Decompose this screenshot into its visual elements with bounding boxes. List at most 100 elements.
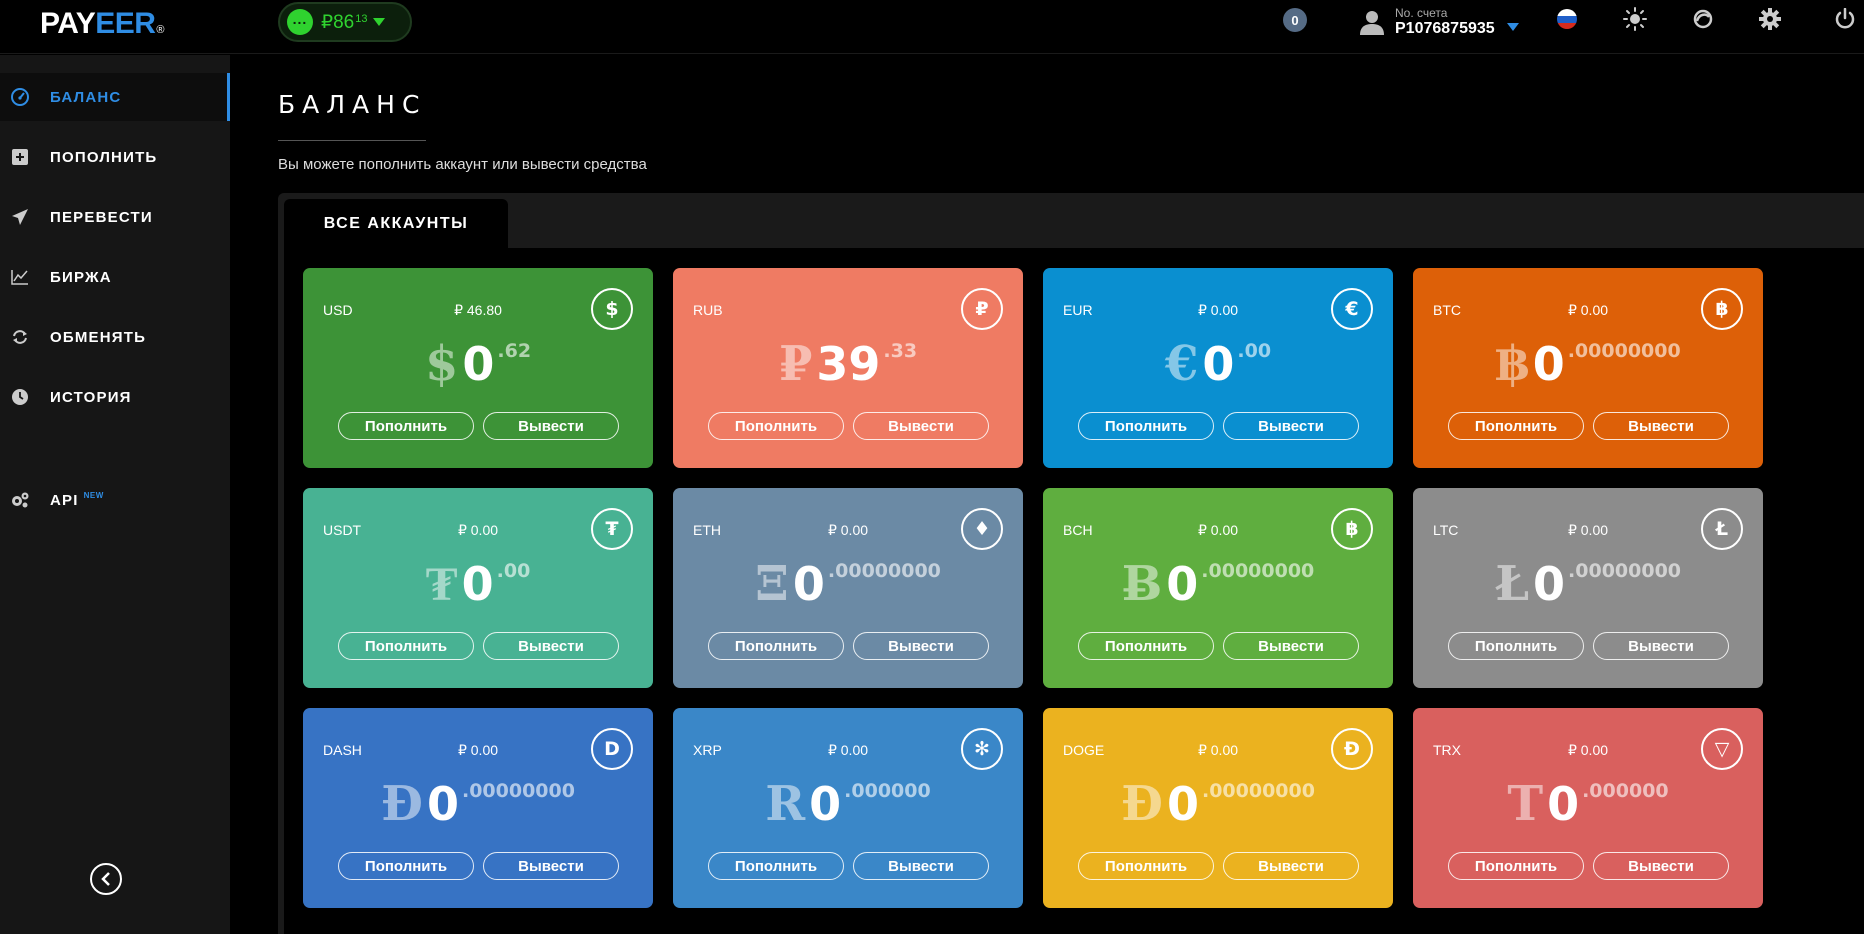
withdraw-button[interactable]: Вывести xyxy=(483,632,619,660)
account-dropdown[interactable]: No. счета P1076875935 xyxy=(1359,4,1519,40)
ripple-icon[interactable]: ✻ xyxy=(961,728,1003,770)
balance-integer: 0 xyxy=(1533,557,1566,611)
exchange-icon xyxy=(10,327,30,347)
ethereum-icon[interactable]: ♦ xyxy=(961,508,1003,550)
currency-glyph: ₽ xyxy=(975,298,989,320)
currency-symbol: Đ xyxy=(1121,776,1163,832)
balance-integer: 0 xyxy=(1547,777,1580,831)
currency-glyph: D xyxy=(604,738,620,760)
euro-icon[interactable]: € xyxy=(1331,288,1373,330)
payeer-logo[interactable]: PAY EER ® xyxy=(40,7,165,45)
sidebar-item-label: БАЛАНС xyxy=(50,88,122,106)
withdraw-button[interactable]: Вывести xyxy=(1223,852,1359,880)
bitcoin-cash-icon[interactable]: ฿ xyxy=(1331,508,1373,550)
deposit-button[interactable]: Пополнить xyxy=(708,852,844,880)
tab-all-accounts[interactable]: ВСЕ АККАУНТЫ xyxy=(284,199,508,249)
balance-integer: 0 xyxy=(461,557,494,611)
deposit-button[interactable]: Пополнить xyxy=(338,412,474,440)
withdraw-button[interactable]: Вывести xyxy=(483,412,619,440)
balance-integer: 0 xyxy=(809,777,842,831)
currency-glyph: Ł xyxy=(1715,518,1729,540)
currency-card-rub: RUB ₽ ₽39.33 Пополнить Вывести xyxy=(673,268,1023,468)
currency-glyph: ♦ xyxy=(973,518,991,540)
deposit-button[interactable]: Пополнить xyxy=(708,632,844,660)
sidebar-item-deposit[interactable]: ПОПОЛНИТЬ xyxy=(0,133,230,181)
sidebar-item-exchange-market[interactable]: БИРЖА xyxy=(0,253,230,301)
sidebar-item-label: ПОПОЛНИТЬ xyxy=(50,148,158,166)
currency-card-usd: USD ₽ 46.80 $ $0.62 Пополнить Вывести xyxy=(303,268,653,468)
litecoin-icon[interactable]: Ł xyxy=(1701,508,1743,550)
ruble-icon[interactable]: ₽ xyxy=(961,288,1003,330)
currency-symbol: Ξ xyxy=(755,556,789,612)
currency-glyph: ✻ xyxy=(974,738,990,760)
currency-symbol: ₮ xyxy=(425,556,458,612)
user-icon xyxy=(1360,11,1384,35)
currency-balance: Đ 0.00000000 xyxy=(1043,776,1393,832)
power-logout-icon[interactable] xyxy=(1832,6,1858,32)
balance-fraction: .33 xyxy=(883,340,918,362)
deposit-button[interactable]: Пополнить xyxy=(1078,632,1214,660)
sidebar-item-api[interactable]: API NEW xyxy=(0,476,230,524)
currency-symbol: € xyxy=(1164,336,1199,392)
support-chat-icon[interactable] xyxy=(1690,6,1716,32)
withdraw-button[interactable]: Вывести xyxy=(1593,412,1729,440)
currency-symbol: T xyxy=(1507,776,1544,832)
currency-symbol: ฿ xyxy=(1495,336,1529,392)
withdraw-button[interactable]: Вывести xyxy=(483,852,619,880)
withdraw-button[interactable]: Вывести xyxy=(1593,852,1729,880)
balance-fraction: .00 xyxy=(1237,340,1272,362)
bitcoin-icon[interactable]: ฿ xyxy=(1701,288,1743,330)
currency-code: USDT xyxy=(323,522,362,538)
total-balance-dropdown[interactable]: ... ₽86 13 xyxy=(278,2,412,42)
currency-symbol: Đ xyxy=(381,776,423,832)
collapse-sidebar-button[interactable] xyxy=(90,863,122,895)
sun-theme-icon[interactable] xyxy=(1622,6,1648,32)
logo-registered-mark: ® xyxy=(156,24,165,36)
sidebar-item-balance[interactable]: БАЛАНС xyxy=(0,73,230,121)
currency-balance: T 0.000000 xyxy=(1413,776,1763,832)
currency-glyph: Đ xyxy=(1344,738,1360,760)
total-balance-amount: ₽86 13 xyxy=(321,11,367,34)
tron-icon[interactable]: ▽ xyxy=(1701,728,1743,770)
balance-fraction: .00000000 xyxy=(1567,340,1681,362)
notification-badge[interactable]: 0 xyxy=(1283,8,1307,32)
sidebar-item-swap[interactable]: ОБМЕНЯТЬ xyxy=(0,313,230,361)
currency-card-eur: EUR ₽ 0.00 € €0.00 Пополнить Вывести xyxy=(1043,268,1393,468)
deposit-button[interactable]: Пополнить xyxy=(338,632,474,660)
dash-icon[interactable]: D xyxy=(591,728,633,770)
deposit-button[interactable]: Пополнить xyxy=(1448,852,1584,880)
chevron-left-icon xyxy=(101,872,110,886)
currency-code: TRX xyxy=(1433,742,1461,758)
withdraw-button[interactable]: Вывести xyxy=(853,632,989,660)
withdraw-button[interactable]: Вывести xyxy=(1223,632,1359,660)
balance-integer: 0 xyxy=(1166,777,1199,831)
deposit-button[interactable]: Пополнить xyxy=(1078,852,1214,880)
currency-card-usdt: USDT ₽ 0.00 ₮ ₮ 0.00 Пополнить Вывести xyxy=(303,488,653,688)
paper-plane-icon xyxy=(10,207,30,227)
deposit-button[interactable]: Пополнить xyxy=(1448,412,1584,440)
gear-icon[interactable] xyxy=(1757,6,1783,32)
dogecoin-icon[interactable]: Đ xyxy=(1331,728,1373,770)
clock-icon xyxy=(10,387,30,407)
currency-glyph: $ xyxy=(605,298,619,320)
currency-code: XRP xyxy=(693,742,722,758)
withdraw-button[interactable]: Вывести xyxy=(853,852,989,880)
currency-code: DOGE xyxy=(1063,742,1105,758)
withdraw-button[interactable]: Вывести xyxy=(853,412,989,440)
withdraw-button[interactable]: Вывести xyxy=(1593,632,1729,660)
currency-balance: Ξ 0.00000000 xyxy=(673,556,1023,612)
withdraw-button[interactable]: Вывести xyxy=(1223,412,1359,440)
tether-icon[interactable]: ₮ xyxy=(591,508,633,550)
deposit-button[interactable]: Пополнить xyxy=(1448,632,1584,660)
total-balance-fraction: 13 xyxy=(355,12,368,25)
page-title: БАЛАНС xyxy=(278,90,427,119)
deposit-button[interactable]: Пополнить xyxy=(1078,412,1214,440)
sidebar-item-label: ОБМЕНЯТЬ xyxy=(50,328,147,346)
dollar-icon[interactable]: $ xyxy=(591,288,633,330)
language-russia-flag-icon[interactable] xyxy=(1554,6,1580,32)
deposit-button[interactable]: Пополнить xyxy=(708,412,844,440)
title-divider xyxy=(278,140,426,141)
deposit-button[interactable]: Пополнить xyxy=(338,852,474,880)
sidebar-item-history[interactable]: ИСТОРИЯ xyxy=(0,373,230,421)
sidebar-item-transfer[interactable]: ПЕРЕВЕСТИ xyxy=(0,193,230,241)
